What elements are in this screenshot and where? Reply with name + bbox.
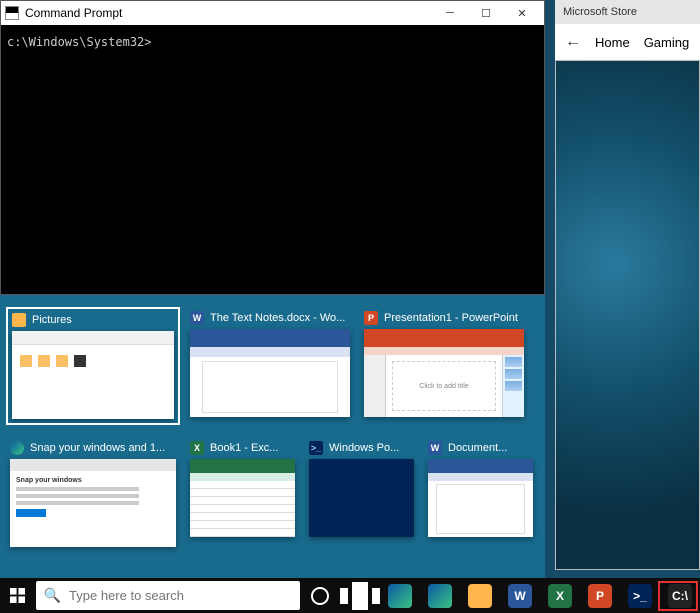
taskbar-icons: W X P >_ C:\ <box>300 578 700 613</box>
search-input[interactable] <box>69 588 292 603</box>
thumb-label: The Text Notes.docx - Wo... <box>210 312 345 324</box>
windows-logo-icon <box>10 588 25 603</box>
minimize-button[interactable]: ─ <box>432 2 468 24</box>
cmd-title: Command Prompt <box>25 6 432 20</box>
edge-icon <box>10 441 24 455</box>
cmd-body[interactable]: c:\Windows\System32> <box>1 25 544 294</box>
annotation-highlight <box>658 581 698 611</box>
close-button[interactable]: ✕ <box>504 2 540 24</box>
taskbar-app-powershell[interactable]: >_ <box>620 578 660 613</box>
snap-thumb-powershell[interactable]: >_ Windows Po... <box>309 441 414 547</box>
cmd-icon <box>5 6 19 20</box>
thumb-label: Pictures <box>32 314 72 326</box>
store-title: Microsoft Store <box>563 6 637 18</box>
store-nav: ← Home Gaming <box>555 24 700 60</box>
store-titlebar[interactable]: Microsoft Store <box>555 0 700 24</box>
excel-icon: X <box>548 584 572 608</box>
taskbar-app-edge[interactable] <box>380 578 420 613</box>
thumb-label: Snap your windows and 1... <box>30 442 165 454</box>
powershell-icon: >_ <box>628 584 652 608</box>
taskbar-search[interactable]: 🔍 <box>36 581 300 610</box>
edge-icon <box>388 584 412 608</box>
folder-icon <box>468 584 492 608</box>
tab-gaming[interactable]: Gaming <box>644 35 690 50</box>
taskbar-app-excel[interactable]: X <box>540 578 580 613</box>
snap-thumb-excel[interactable]: X Book1 - Exc... <box>190 441 295 547</box>
taskbar-app-edge-2[interactable] <box>420 578 460 613</box>
microsoft-store-window[interactable]: Microsoft Store ← Home Gaming <box>555 0 700 570</box>
taskbar: 🔍 W X P >_ C:\ <box>0 578 700 613</box>
cortana-icon <box>311 587 329 605</box>
maximize-button[interactable]: ☐ <box>468 2 504 24</box>
powerpoint-icon: P <box>364 311 378 325</box>
taskbar-app-word[interactable]: W <box>500 578 540 613</box>
thumb-preview: Click to add title <box>364 329 524 417</box>
thumb-preview: Snap your windows <box>10 459 176 547</box>
cortana-button[interactable] <box>300 578 340 613</box>
task-view-icon <box>340 582 380 610</box>
store-content <box>555 60 700 570</box>
back-arrow-icon[interactable]: ← <box>565 33 581 51</box>
snap-thumb-word-notes[interactable]: W The Text Notes.docx - Wo... <box>190 311 350 421</box>
snap-thumb-edge[interactable]: Snap your windows and 1... Snap your win… <box>10 441 176 547</box>
snap-row-1: Pictures W The Text Notes.docx - Wo... P… <box>10 311 535 421</box>
thumb-preview <box>12 331 174 419</box>
thumb-label: Document... <box>448 442 507 454</box>
start-button[interactable] <box>0 578 36 613</box>
cmd-titlebar[interactable]: Command Prompt ─ ☐ ✕ <box>1 1 544 25</box>
task-view-button[interactable] <box>340 578 380 613</box>
word-icon: W <box>428 441 442 455</box>
snap-thumb-powerpoint[interactable]: P Presentation1 - PowerPoint Click to ad… <box>364 311 524 421</box>
thumb-preview <box>190 329 350 417</box>
command-prompt-window[interactable]: Command Prompt ─ ☐ ✕ c:\Windows\System32… <box>0 0 545 295</box>
powerpoint-icon: P <box>588 584 612 608</box>
thumb-preview <box>428 459 533 537</box>
snap-thumb-pictures[interactable]: Pictures <box>10 311 176 421</box>
thumb-label: Presentation1 - PowerPoint <box>384 312 518 324</box>
folder-icon <box>12 313 26 327</box>
taskbar-app-explorer[interactable] <box>460 578 500 613</box>
snap-row-2: Snap your windows and 1... Snap your win… <box>10 441 535 547</box>
thumb-label: Windows Po... <box>329 442 399 454</box>
tab-home[interactable]: Home <box>595 35 630 50</box>
cmd-prompt-line: c:\Windows\System32> <box>7 35 152 49</box>
taskbar-app-powerpoint[interactable]: P <box>580 578 620 613</box>
search-icon: 🔍 <box>44 587 61 604</box>
word-icon: W <box>190 311 204 325</box>
powershell-icon: >_ <box>309 441 323 455</box>
thumb-preview <box>309 459 414 537</box>
edge-icon <box>428 584 452 608</box>
thumb-preview <box>190 459 295 537</box>
excel-icon: X <box>190 441 204 455</box>
snap-assist-panel: Pictures W The Text Notes.docx - Wo... P… <box>0 295 545 578</box>
word-icon: W <box>508 584 532 608</box>
thumb-label: Book1 - Exc... <box>210 442 278 454</box>
snap-thumb-word-document[interactable]: W Document... <box>428 441 533 547</box>
